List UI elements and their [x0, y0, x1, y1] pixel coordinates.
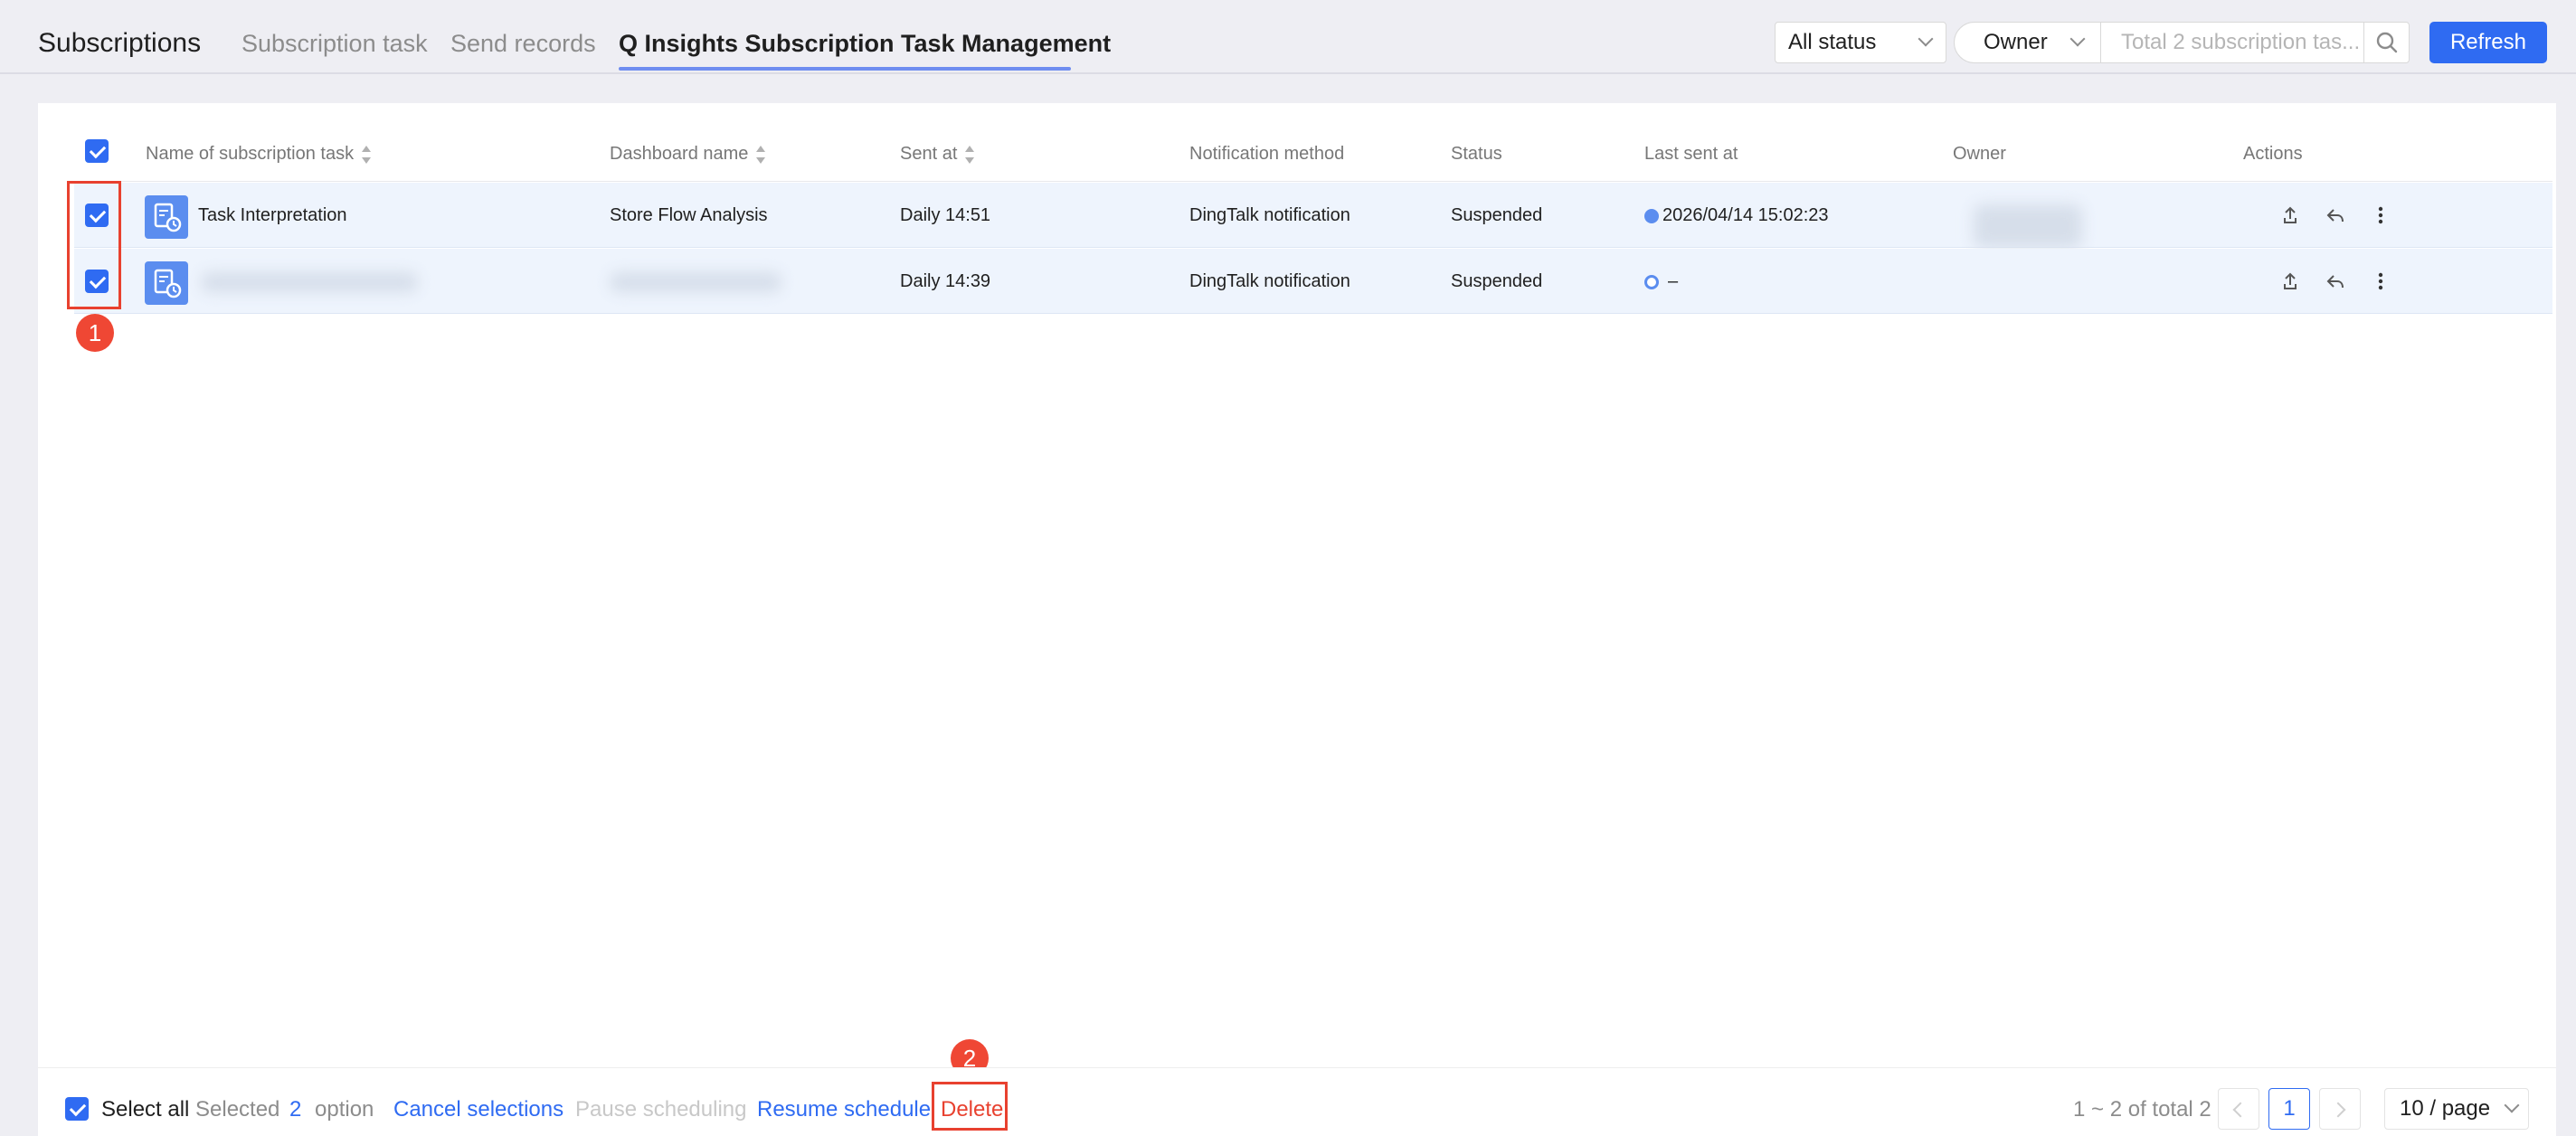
page-title: Subscriptions — [38, 28, 202, 58]
tab-q-insights-management[interactable]: Q Insights Subscription Task Management — [619, 28, 1111, 59]
share-icon[interactable] — [2323, 203, 2348, 228]
status-value: Suspended — [1451, 271, 1543, 291]
selected-count: 2 — [289, 1097, 302, 1122]
notification-method: DingTalk notification — [1189, 271, 1350, 291]
status-filter-select[interactable]: All status — [1775, 22, 1946, 63]
chevron-down-icon — [2069, 31, 2086, 47]
page-number-button[interactable]: 1 — [2268, 1088, 2310, 1130]
resume-schedule-button[interactable]: Resume schedule — [757, 1068, 931, 1136]
search-input[interactable] — [2103, 23, 2363, 62]
prev-page-button[interactable] — [2218, 1088, 2259, 1130]
chevron-down-icon — [1918, 31, 1934, 47]
search-icon — [2376, 32, 2398, 53]
cancel-selections-button[interactable]: Cancel selections — [393, 1068, 564, 1136]
sent-at: Daily 14:51 — [900, 205, 991, 225]
column-header-sent-at[interactable]: Sent at — [900, 141, 975, 166]
header-select-all-checkbox[interactable] — [85, 139, 109, 163]
last-sent-at: – — [1644, 249, 1678, 314]
select-all-label[interactable]: Select all — [101, 1068, 189, 1136]
selected-prefix: Selected — [195, 1097, 280, 1122]
select-all-checkbox[interactable] — [65, 1097, 89, 1121]
column-header-notification-method: Notification method — [1189, 144, 1345, 164]
task-name[interactable]: Task Interpretation — [198, 183, 347, 248]
active-tab-indicator — [619, 67, 1071, 71]
status-dot-icon — [1644, 208, 1659, 223]
last-sent-at: 2026/04/14 15:02:23 — [1644, 183, 1829, 248]
chevron-right-icon — [2330, 1102, 2346, 1118]
column-header-actions: Actions — [2243, 144, 2303, 164]
tab-subscription-task[interactable]: Subscription task — [242, 28, 428, 59]
sort-icon — [755, 145, 766, 164]
table-header-divider — [74, 181, 2552, 182]
column-header-last-sent-at: Last sent at — [1644, 144, 1738, 164]
owner-filter-value: Owner — [1984, 30, 2048, 54]
tab-send-records[interactable]: Send records — [450, 28, 596, 59]
sort-icon — [361, 145, 372, 164]
task-name-redacted — [201, 272, 418, 292]
page-size-select[interactable]: 10 / page — [2384, 1088, 2529, 1130]
batch-action-bar: Select all Selected 2 option Cancel sele… — [38, 1067, 2556, 1136]
dashboard-name-redacted — [610, 272, 781, 292]
annotation-highlight-delete — [932, 1082, 1008, 1131]
table-row[interactable]: Daily 14:39 DingTalk notification Suspen… — [74, 249, 2552, 314]
table-row[interactable]: Task Interpretation Store Flow Analysis … — [74, 183, 2552, 248]
owner-avatar-redacted — [1974, 204, 2082, 248]
notification-method: DingTalk notification — [1189, 205, 1350, 225]
search-button[interactable] — [2363, 23, 2409, 62]
annotation-highlight-checkboxes — [67, 181, 121, 309]
more-options-icon[interactable] — [2368, 203, 2393, 228]
column-header-owner: Owner — [1953, 144, 2006, 164]
more-options-icon[interactable] — [2368, 269, 2393, 294]
task-table-panel: Name of subscription task Dashboard name… — [38, 103, 2556, 1136]
top-bar: Subscriptions Subscription task Send rec… — [0, 0, 2576, 74]
status-value: Suspended — [1451, 205, 1543, 225]
annotation-step-1-badge: 1 — [76, 314, 114, 352]
sort-icon — [964, 145, 975, 164]
chevron-left-icon — [2232, 1102, 2249, 1118]
refresh-button[interactable]: Refresh — [2429, 22, 2547, 63]
push-icon[interactable] — [2278, 269, 2303, 294]
status-dot-icon — [1644, 274, 1659, 289]
sent-at: Daily 14:39 — [900, 271, 991, 291]
dashboard-name: Store Flow Analysis — [610, 205, 768, 225]
owner-search-group: Owner — [1954, 22, 2410, 63]
column-header-dashboard-name[interactable]: Dashboard name — [610, 141, 766, 166]
share-icon[interactable] — [2323, 269, 2348, 294]
pause-scheduling-button[interactable]: Pause scheduling — [575, 1068, 746, 1136]
owner-filter-select[interactable]: Owner — [1955, 23, 2101, 62]
subscription-task-icon — [145, 261, 188, 305]
next-page-button[interactable] — [2319, 1088, 2361, 1130]
subscription-task-icon — [145, 195, 188, 239]
chevron-down-icon — [2504, 1097, 2520, 1113]
status-filter-value: All status — [1788, 30, 1877, 54]
selected-suffix: option — [315, 1097, 374, 1122]
column-header-task-name[interactable]: Name of subscription task — [146, 141, 372, 166]
column-header-status: Status — [1451, 144, 1502, 164]
push-icon[interactable] — [2278, 203, 2303, 228]
pagination-range: 1 ~ 2 of total 2 — [2073, 1097, 2211, 1122]
